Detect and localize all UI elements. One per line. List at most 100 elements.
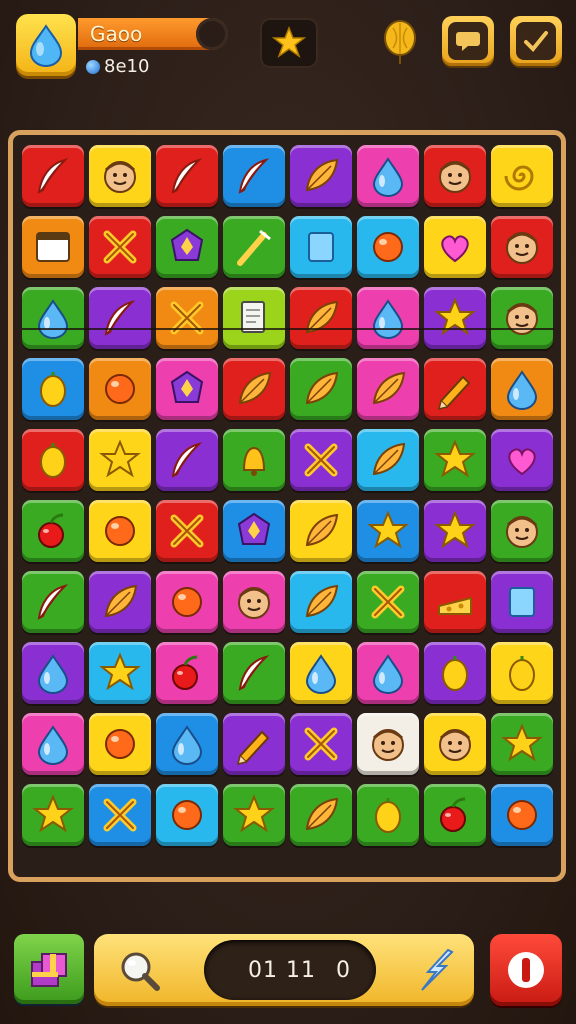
tile-red-pencil[interactable] (424, 358, 486, 420)
tile-purple-star[interactable] (424, 287, 486, 349)
tile-blue-x[interactable] (89, 784, 151, 846)
tile-blue-drop[interactable] (156, 713, 218, 775)
tile-green-face[interactable] (491, 287, 553, 349)
tile-blue-gem[interactable] (223, 500, 285, 562)
tile-pink-orb[interactable] (156, 571, 218, 633)
tile-green-feather[interactable] (22, 571, 84, 633)
feather-icon (238, 158, 270, 194)
tile-green-star[interactable] (22, 784, 84, 846)
tile-purple-x[interactable] (290, 713, 352, 775)
tile-green-face[interactable] (491, 500, 553, 562)
leaf-icon (305, 371, 339, 405)
feather-icon (37, 158, 69, 194)
tile-pink-drop[interactable] (22, 713, 84, 775)
tile-purple-pencil[interactable] (223, 713, 285, 775)
tile-red-feather[interactable] (22, 145, 84, 207)
tile-orange-drop[interactable] (491, 358, 553, 420)
tile-green-drop[interactable] (22, 287, 84, 349)
tile-green-lemon[interactable] (357, 784, 419, 846)
tile-green-leaf[interactable] (290, 784, 352, 846)
stop-button[interactable] (490, 934, 562, 1006)
lemon-icon (375, 798, 401, 833)
feather-icon (37, 584, 69, 620)
tile-sky-square[interactable] (290, 216, 352, 278)
score-display: 8e10 (86, 56, 149, 77)
tile-yellow-orb[interactable] (89, 500, 151, 562)
tile-green-bell[interactable] (223, 429, 285, 491)
tile-orange-window[interactable] (22, 216, 84, 278)
tile-yellow-face[interactable] (424, 713, 486, 775)
tile-red-x[interactable] (89, 216, 151, 278)
x-icon (304, 727, 338, 761)
tile-purple-leaf[interactable] (89, 571, 151, 633)
tile-purple-heart[interactable] (491, 429, 553, 491)
gem-button[interactable] (16, 14, 76, 76)
tile-pink-drop[interactable] (357, 145, 419, 207)
star-slot[interactable] (260, 18, 318, 68)
tile-purple-leaf[interactable] (290, 145, 352, 207)
lightning-wand-icon[interactable] (412, 946, 458, 994)
tile-yellow-heart[interactable] (424, 216, 486, 278)
tile-blue-lemon[interactable] (22, 358, 84, 420)
tile-red-face[interactable] (491, 216, 553, 278)
tile-red-face[interactable] (424, 145, 486, 207)
tile-sky-leaf[interactable] (357, 429, 419, 491)
tile-red-lemon[interactable] (22, 429, 84, 491)
tile-pink-cherry[interactable] (156, 642, 218, 704)
tile-lime-page[interactable] (223, 287, 285, 349)
tile-sky-orb[interactable] (357, 216, 419, 278)
tile-pink-face[interactable] (223, 571, 285, 633)
tile-green-star[interactable] (491, 713, 553, 775)
tile-green-feather[interactable] (223, 642, 285, 704)
tile-yellow-face[interactable] (89, 145, 151, 207)
tile-purple-star[interactable] (424, 500, 486, 562)
tile-sky-orb[interactable] (156, 784, 218, 846)
tile-orange-x[interactable] (156, 287, 218, 349)
tile-purple-lemon[interactable] (424, 642, 486, 704)
tile-red-leaf[interactable] (223, 358, 285, 420)
tile-green-star[interactable] (424, 429, 486, 491)
tile-yellow-spiral[interactable] (491, 145, 553, 207)
tile-yellow-leaf[interactable] (290, 500, 352, 562)
tile-red-cheese[interactable] (424, 571, 486, 633)
gift-button[interactable] (14, 934, 84, 1004)
tile-pink-gem[interactable] (156, 358, 218, 420)
check-icon (524, 31, 548, 52)
tile-green-x[interactable] (357, 571, 419, 633)
balloon-button[interactable] (380, 18, 420, 66)
tile-sky-leaf[interactable] (290, 571, 352, 633)
drop-icon (372, 654, 404, 694)
tile-sky-star[interactable] (89, 642, 151, 704)
tile-orange-orb[interactable] (89, 358, 151, 420)
tile-blue-feather[interactable] (223, 145, 285, 207)
tile-pink-leaf[interactable] (357, 358, 419, 420)
lemon-icon (442, 656, 468, 691)
lemon-icon (509, 656, 535, 691)
tile-purple-drop[interactable] (22, 642, 84, 704)
confirm-button[interactable] (510, 16, 562, 66)
tile-purple-x[interactable] (290, 429, 352, 491)
tile-yellow-lemon[interactable] (491, 642, 553, 704)
tile-green-star[interactable] (223, 784, 285, 846)
tile-red-leaf[interactable] (290, 287, 352, 349)
tile-white-face[interactable] (357, 713, 419, 775)
tile-yellow-star[interactable] (89, 429, 151, 491)
tile-blue-orb[interactable] (491, 784, 553, 846)
tile-green-gem[interactable] (156, 216, 218, 278)
tile-red-x[interactable] (156, 500, 218, 562)
tile-purple-square[interactable] (491, 571, 553, 633)
tile-pink-drop[interactable] (357, 287, 419, 349)
tile-blue-star[interactable] (357, 500, 419, 562)
tile-red-feather[interactable] (156, 145, 218, 207)
tile-pink-drop[interactable] (357, 642, 419, 704)
magnifier-icon[interactable] (116, 948, 162, 994)
tile-yellow-orb[interactable] (89, 713, 151, 775)
tile-green-leaf[interactable] (290, 358, 352, 420)
tile-green-cherry[interactable] (424, 784, 486, 846)
tile-purple-feather[interactable] (156, 429, 218, 491)
tile-green-cherry[interactable] (22, 500, 84, 562)
tile-green-wand[interactable] (223, 216, 285, 278)
tile-yellow-drop[interactable] (290, 642, 352, 704)
chat-button[interactable] (442, 16, 494, 66)
tile-purple-feather[interactable] (89, 287, 151, 349)
